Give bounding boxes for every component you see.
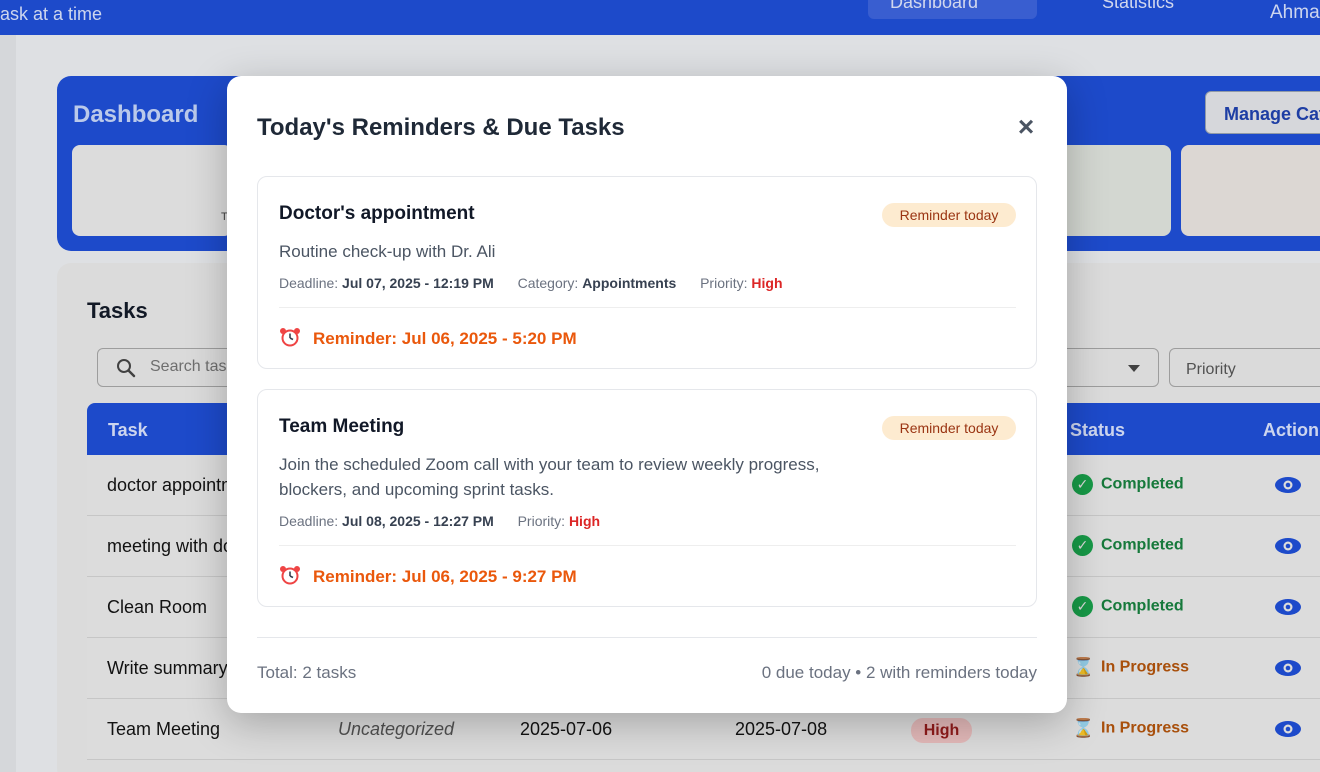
deadline-label: Deadline: bbox=[279, 275, 339, 291]
priority-label: Priority: bbox=[517, 513, 566, 529]
alarm-clock-icon bbox=[280, 328, 300, 347]
deadline-value: Jul 08, 2025 - 12:27 PM bbox=[342, 513, 494, 529]
reminder-text: Reminder: Jul 06, 2025 - 9:27 PM bbox=[313, 567, 577, 586]
reminder-time: Reminder: Jul 06, 2025 - 9:27 PM bbox=[279, 565, 577, 587]
reminders-modal: Today's Reminders & Due Tasks × Doctor's… bbox=[227, 76, 1067, 713]
card-divider bbox=[279, 545, 1016, 546]
footer-divider bbox=[257, 637, 1037, 638]
footer-summary: 0 due today • 2 with reminders today bbox=[761, 663, 1037, 682]
reminder-time: Reminder: Jul 06, 2025 - 5:20 PM bbox=[279, 327, 577, 349]
card-divider bbox=[279, 307, 1016, 308]
close-icon[interactable]: × bbox=[1013, 113, 1039, 141]
priority-label: Priority: bbox=[700, 275, 748, 291]
task-meta: Deadline: Jul 07, 2025 - 12:19 PM Catego… bbox=[279, 275, 783, 291]
modal-title: Today's Reminders & Due Tasks bbox=[257, 114, 625, 141]
priority-value: High bbox=[751, 275, 783, 291]
task-description: Routine check-up with Dr. Ali bbox=[279, 242, 496, 261]
task-title: Doctor's appointment bbox=[279, 203, 475, 224]
priority-value: High bbox=[568, 513, 601, 529]
reminder-today-badge: Reminder today bbox=[882, 203, 1016, 227]
task-title: Team Meeting bbox=[279, 416, 405, 437]
category-label: Category: bbox=[517, 275, 579, 291]
reminder-card[interactable]: Team Meeting Reminder today Join the sch… bbox=[257, 389, 1037, 607]
footer-total: Total: 2 tasks bbox=[257, 663, 357, 682]
task-meta: Deadline: Jul 08, 2025 - 12:27 PM Priori… bbox=[279, 513, 600, 529]
alarm-clock-icon bbox=[280, 566, 300, 585]
deadline-label: Deadline: bbox=[279, 513, 339, 529]
reminder-card[interactable]: Doctor's appointment Reminder today Rout… bbox=[257, 176, 1037, 369]
category-value: Appointments bbox=[582, 275, 677, 291]
deadline-value: Jul 07, 2025 - 12:19 PM bbox=[342, 275, 494, 291]
task-description: Join the scheduled Zoom call with your t… bbox=[279, 455, 820, 499]
reminder-today-badge: Reminder today bbox=[882, 416, 1016, 440]
reminder-text: Reminder: Jul 06, 2025 - 5:20 PM bbox=[313, 329, 577, 348]
